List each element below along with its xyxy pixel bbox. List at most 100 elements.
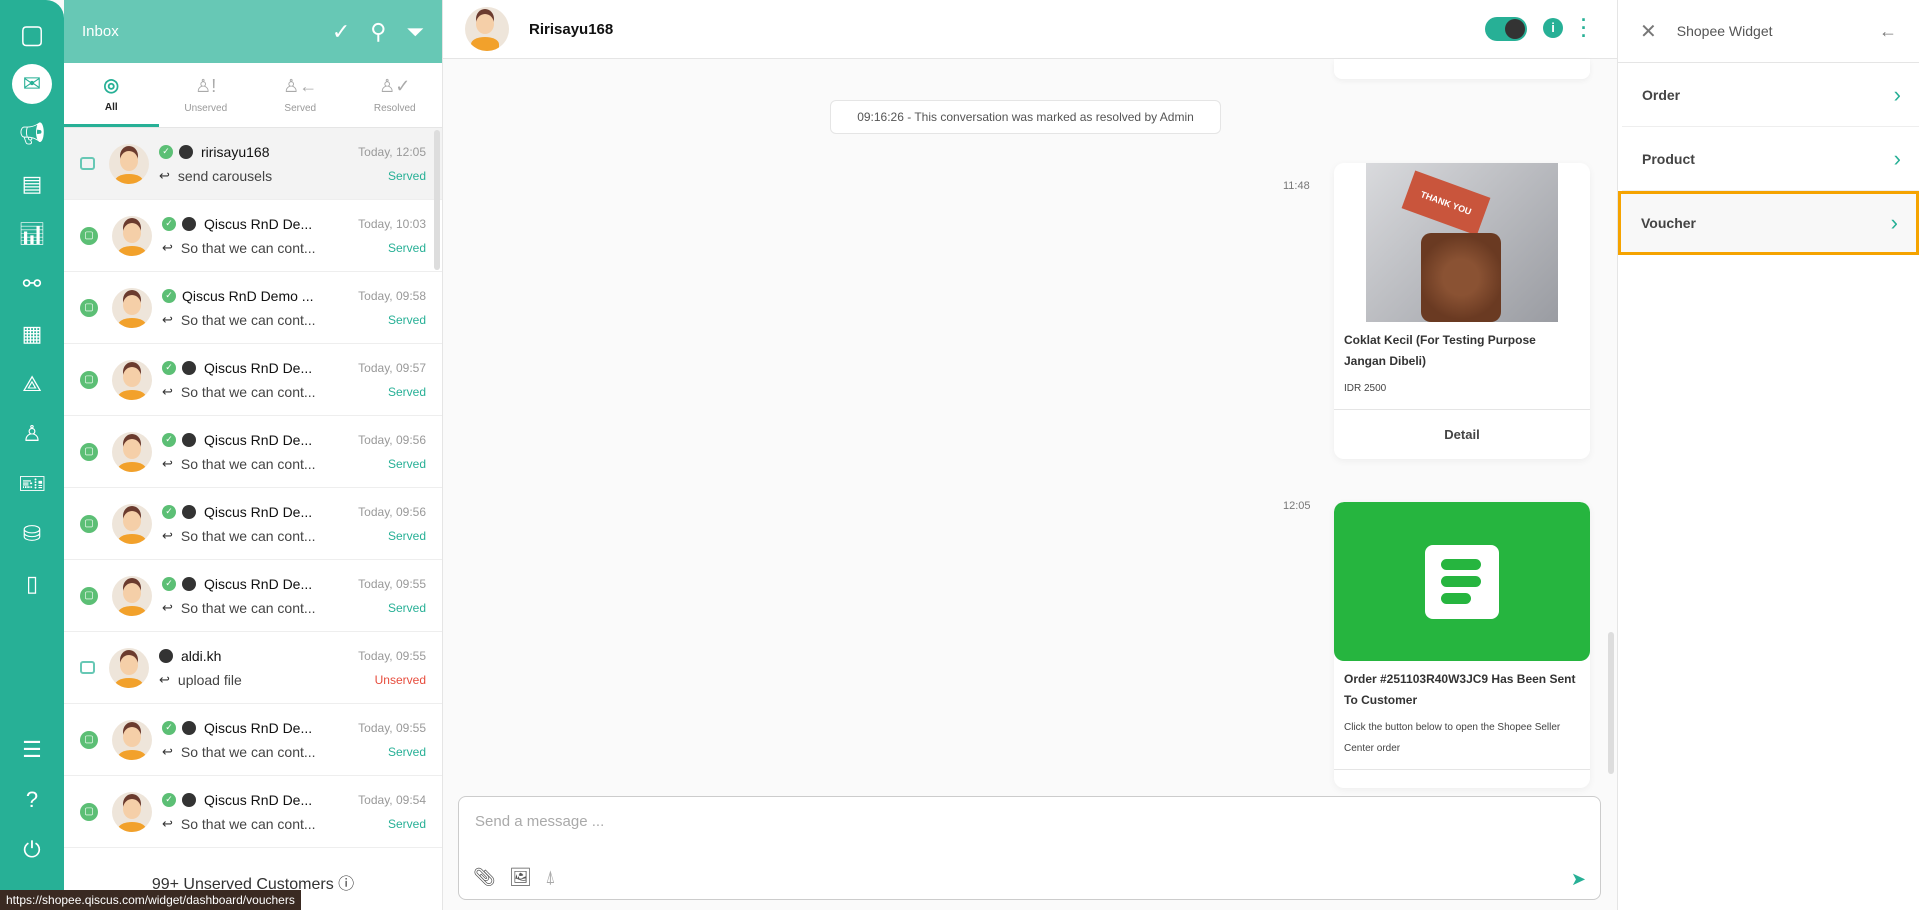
room-time: Today, 10:03 xyxy=(358,216,426,231)
room-list-scrollbar[interactable] xyxy=(434,130,440,270)
room-preview: So that we can cont... xyxy=(180,455,316,472)
tickets-icon[interactable]: 🎫︎ xyxy=(12,464,52,504)
filter-icon[interactable]: ⏷ xyxy=(406,19,424,45)
room-preview: So that we can cont... xyxy=(180,311,316,328)
widget-item-order[interactable]: Order › xyxy=(1622,63,1919,127)
message-composer[interactable]: Send a message ... 📎︎ 🖼︎ ⍋ ➤ xyxy=(458,796,1601,900)
room-list-item[interactable]: ▢ ✓ Qiscus RnD Demo ... Today, 09:58 ↩ S… xyxy=(64,272,442,344)
room-list-item[interactable]: ▢ ✓ Qiscus RnD De... Today, 09:57 ↩ So t… xyxy=(64,344,442,416)
bot-icon xyxy=(159,648,173,663)
info-icon[interactable]: i xyxy=(1543,18,1563,38)
qiscus-channel-icon: ▢ xyxy=(80,802,98,821)
apps-icon[interactable]: ▦ xyxy=(12,314,52,354)
more-options-icon[interactable]: · · · xyxy=(1580,11,1588,45)
document-icon xyxy=(1425,544,1499,619)
bot-toggle[interactable] xyxy=(1485,17,1527,41)
help-icon[interactable]: ? xyxy=(12,780,52,820)
send-icon[interactable]: ➤ xyxy=(1571,869,1586,890)
order-description: Click the button below to open the Shope… xyxy=(1334,711,1590,770)
info-icon[interactable]: ⓘ xyxy=(338,876,354,893)
bot-icon xyxy=(179,144,193,159)
bot-icon xyxy=(182,720,196,735)
room-name: ririsayu168 xyxy=(201,143,270,160)
chevron-right-icon: › xyxy=(1893,145,1901,171)
detail-button[interactable]: Detail xyxy=(1334,409,1590,459)
room-name: aldi.kh xyxy=(181,647,222,664)
inbox-panel: Inbox ✓ ⚲ ⏷ ◎ All ♙! Unserved ♙← Served ♙✓ R… xyxy=(64,0,443,910)
bell-icon[interactable]: ⍋ xyxy=(545,867,556,888)
previous-message-card xyxy=(1334,59,1590,79)
room-list-item[interactable]: ▢ ✓ Qiscus RnD De... Today, 09:56 ↩ So t… xyxy=(64,488,442,560)
room-list-item[interactable]: ✓ ririsayu168 Today, 12:05 ↩ send carous… xyxy=(64,128,442,200)
tab-all[interactable]: ◎ All xyxy=(64,63,159,127)
room-list-item[interactable]: ▢ ✓ Qiscus RnD De... Today, 09:55 ↩ So t… xyxy=(64,704,442,776)
chevron-right-icon: › xyxy=(1890,210,1898,235)
contacts-icon[interactable]: ▤ xyxy=(12,164,52,204)
qiscus-logo-icon[interactable]: ▢ xyxy=(12,14,52,54)
logout-icon[interactable]: ⏻ xyxy=(12,830,52,870)
analytics-icon[interactable]: 📊︎ xyxy=(12,214,52,254)
tab-label: Resolved xyxy=(373,103,416,114)
user-alert-icon: ♙! xyxy=(195,76,217,96)
room-preview: So that we can cont... xyxy=(180,527,316,544)
search-icon[interactable]: ⚲ xyxy=(370,19,386,45)
tab-served[interactable]: ♙← Served xyxy=(253,63,348,127)
whatsapp-check-icon[interactable]: ✓ xyxy=(332,19,350,45)
avatar xyxy=(112,791,152,832)
main-nav: ▢ ✉ 📢︎ ▤ 📊︎ ⚯ ▦ ⟁ ♙ 🎫︎ ⛁ ▯ ☰ ? ⏻ xyxy=(0,0,64,910)
room-list-item[interactable]: ▢ ✓ Qiscus RnD De... Today, 10:03 ↩ So t… xyxy=(64,200,442,272)
agents-icon[interactable]: ♙ xyxy=(12,414,52,454)
room-name: Qiscus RnD De... xyxy=(204,575,313,592)
bot-icon xyxy=(182,216,196,231)
settings-icon[interactable]: ☰ xyxy=(12,730,52,770)
resolved-check-icon: ✓ xyxy=(159,144,173,159)
avatar xyxy=(112,431,152,472)
room-preview: So that we can cont... xyxy=(180,815,316,832)
reply-icon: ↩ xyxy=(162,743,173,759)
shopee-widget-panel: ✕ Shopee Widget ← Order › Product › Vouche… xyxy=(1617,0,1919,910)
resolved-check-icon: ✓ xyxy=(162,288,176,303)
store-icon[interactable]: ⛁ xyxy=(12,514,52,554)
room-name: Qiscus RnD De... xyxy=(204,431,313,448)
room-list-item[interactable]: aldi.kh Today, 09:55 ↩ upload file Unser… xyxy=(64,632,442,704)
avatar xyxy=(112,359,152,400)
close-icon[interactable]: ✕ xyxy=(1640,19,1657,44)
room-status: Served xyxy=(387,528,426,543)
room-preview: upload file xyxy=(177,671,242,688)
widget-title: Shopee Widget xyxy=(1676,23,1773,39)
customer-avatar xyxy=(465,7,509,51)
image-icon[interactable]: 🖼︎ xyxy=(509,867,532,888)
room-name: Qiscus RnD Demo ... xyxy=(182,287,314,304)
room-list-item[interactable]: ▢ ✓ Qiscus RnD De... Today, 09:54 ↩ So t… xyxy=(64,776,442,848)
channels-icon[interactable]: ⟁ xyxy=(12,364,52,404)
message-input[interactable]: Send a message ... xyxy=(475,813,604,830)
widget-item-product[interactable]: Product › xyxy=(1622,127,1919,191)
integrations-icon[interactable]: ⚯ xyxy=(12,264,52,304)
room-list-item[interactable]: ▢ ✓ Qiscus RnD De... Today, 09:55 ↩ So t… xyxy=(64,560,442,632)
room-status: Served xyxy=(387,744,426,759)
inbox-icon[interactable]: ✉ xyxy=(12,64,52,104)
room-list-item[interactable]: ▢ ✓ Qiscus RnD De... Today, 09:56 ↩ So t… xyxy=(64,416,442,488)
attachment-icon[interactable]: 📎︎ xyxy=(473,867,496,888)
customer-name[interactable]: Ririsayu168 xyxy=(529,21,613,38)
broadcast-icon[interactable]: 📢︎ xyxy=(12,114,52,154)
order-card: Order #251103R40W3JC9 Has Been Sent To C… xyxy=(1334,502,1590,788)
image-channel-icon xyxy=(80,661,95,674)
avatar xyxy=(109,143,149,184)
avatar xyxy=(112,287,152,328)
chat-scrollbar[interactable] xyxy=(1608,632,1614,774)
product-image: THANK YOU xyxy=(1366,163,1558,322)
back-arrow-icon[interactable]: ← xyxy=(1879,21,1897,42)
room-status: Served xyxy=(387,240,426,255)
qiscus-channel-icon: ▢ xyxy=(80,370,98,389)
tab-unserved[interactable]: ♙! Unserved xyxy=(159,63,254,127)
room-name: Qiscus RnD De... xyxy=(204,719,313,736)
room-time: Today, 09:55 xyxy=(358,720,426,735)
tab-resolved[interactable]: ♙✓ Resolved xyxy=(348,63,443,127)
bot-icon xyxy=(182,576,196,591)
room-status: Served xyxy=(387,312,426,327)
widget-item-voucher[interactable]: Voucher › xyxy=(1618,191,1919,255)
mobile-icon[interactable]: ▯ xyxy=(12,564,52,604)
room-status: Served xyxy=(387,168,426,183)
room-time: Today, 09:56 xyxy=(358,504,426,519)
